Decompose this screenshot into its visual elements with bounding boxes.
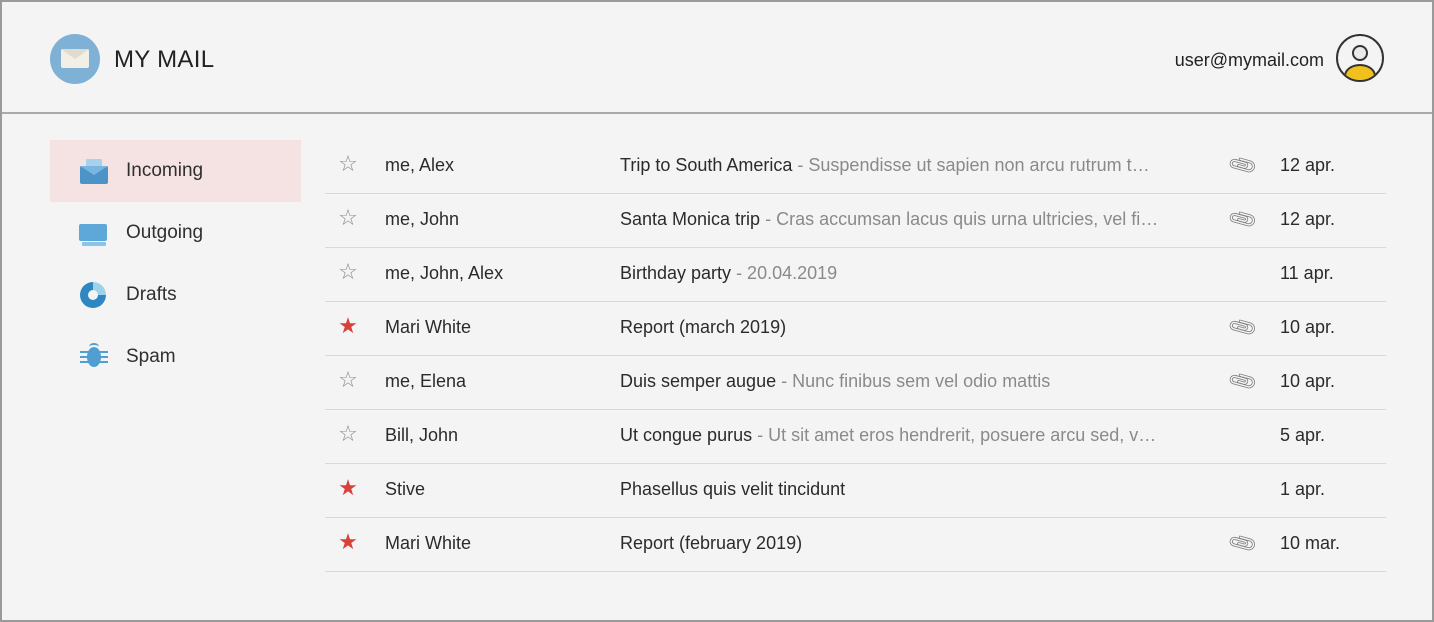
sidebar-item-label: Incoming <box>126 160 204 181</box>
star-outline-icon[interactable]: ☆ <box>337 261 359 283</box>
mail-subject-line: Trip to South America - Suspendisse ut s… <box>620 155 1212 176</box>
user-avatar-icon[interactable] <box>1336 34 1384 82</box>
mail-date: 10 mar. <box>1280 533 1341 553</box>
mail-sender: me, Alex <box>385 155 455 175</box>
mail-subject-line: Santa Monica trip - Cras accumsan lacus … <box>620 209 1212 230</box>
mail-sender: Mari White <box>385 533 472 553</box>
paperclip-icon: 📎︎ <box>1226 312 1260 344</box>
mail-subject: Trip to South America <box>620 155 793 175</box>
mail-subject: Phasellus quis velit tincidunt <box>620 479 846 499</box>
mail-subject-line: Report (february 2019) <box>620 533 1212 554</box>
mail-row[interactable]: ★ Mari White Report (february 2019) 📎︎ 1… <box>325 518 1386 572</box>
mail-sender: me, John, Alex <box>385 263 504 283</box>
mail-sender: Mari White <box>385 317 472 337</box>
mail-sender: me, Elena <box>385 371 467 391</box>
star-outline-icon[interactable]: ☆ <box>337 153 359 175</box>
mail-date: 1 apr. <box>1280 479 1326 499</box>
mail-subject-line: Report (march 2019) <box>620 317 1212 338</box>
spam-bug-icon <box>78 342 110 372</box>
app-header: MY MAIL user@mymail.com <box>0 0 1434 114</box>
star-outline-icon[interactable]: ☆ <box>337 369 359 391</box>
outbox-icon <box>78 218 110 248</box>
paperclip-icon: 📎︎ <box>1226 204 1260 236</box>
envelope-icon <box>50 34 100 84</box>
star-filled-icon[interactable]: ★ <box>337 531 359 553</box>
paperclip-icon: 📎︎ <box>1226 528 1260 560</box>
mail-subject-line: Phasellus quis velit tincidunt <box>620 479 1212 500</box>
star-outline-icon[interactable]: ☆ <box>337 423 359 445</box>
mail-list: ☆ me, Alex Trip to South America - Suspe… <box>325 140 1386 572</box>
mail-subject: Santa Monica trip <box>620 209 761 229</box>
mail-preview: - Cras accumsan lacus quis urna ultricie… <box>760 209 1159 229</box>
paperclip-icon: 📎︎ <box>1226 366 1260 398</box>
mail-sender: me, John <box>385 209 460 229</box>
user-email[interactable]: user@mymail.com <box>1175 50 1324 71</box>
mail-subject-line: Duis semper augue - Nunc finibus sem vel… <box>620 371 1212 392</box>
mail-preview: - Ut sit amet eros hendrerit, posuere ar… <box>752 425 1157 445</box>
mail-subject: Duis semper augue <box>620 371 777 391</box>
star-outline-icon[interactable]: ☆ <box>337 207 359 229</box>
mail-preview: - Suspendisse ut sapien non arcu rutrum … <box>792 155 1150 175</box>
sidebar-item-outgoing[interactable]: Outgoing <box>50 202 301 264</box>
mail-subject-line: Birthday party - 20.04.2019 <box>620 263 1212 284</box>
sidebar-item-label: Spam <box>126 346 176 367</box>
mail-preview: - 20.04.2019 <box>731 263 838 283</box>
mail-row[interactable]: ☆ me, John, Alex Birthday party - 20.04.… <box>325 248 1386 302</box>
inbox-icon <box>78 156 110 186</box>
mail-date: 12 apr. <box>1280 155 1336 175</box>
mail-row[interactable]: ☆ me, John Santa Monica trip - Cras accu… <box>325 194 1386 248</box>
mail-sender: Bill, John <box>385 425 459 445</box>
mail-row[interactable]: ☆ Bill, John Ut congue purus - Ut sit am… <box>325 410 1386 464</box>
mail-subject: Birthday party <box>620 263 732 283</box>
sidebar: Incoming Outgoing Drafts Spam <box>50 140 301 388</box>
mail-row[interactable]: ☆ me, Elena Duis semper augue - Nunc fin… <box>325 356 1386 410</box>
sidebar-item-drafts[interactable]: Drafts <box>50 264 301 326</box>
paperclip-icon: 📎︎ <box>1226 150 1260 182</box>
mail-row[interactable]: ☆ me, Alex Trip to South America - Suspe… <box>325 140 1386 194</box>
mail-subject-line: Ut congue purus - Ut sit amet eros hendr… <box>620 425 1212 446</box>
app-title: MY MAIL <box>114 46 215 73</box>
mail-sender: Stive <box>385 479 426 499</box>
mail-date: 12 apr. <box>1280 209 1336 229</box>
mail-date: 5 apr. <box>1280 425 1326 445</box>
mail-date: 10 apr. <box>1280 371 1336 391</box>
star-filled-icon[interactable]: ★ <box>337 315 359 337</box>
mail-subject: Ut congue purus <box>620 425 753 445</box>
sidebar-item-label: Outgoing <box>126 222 204 243</box>
sidebar-item-label: Drafts <box>126 284 177 305</box>
sidebar-item-spam[interactable]: Spam <box>50 326 301 388</box>
mail-subject: Report (march 2019) <box>620 317 787 337</box>
mail-subject: Report (february 2019) <box>620 533 803 553</box>
mail-preview: - Nunc finibus sem vel odio mattis <box>776 371 1051 391</box>
drafts-icon <box>78 280 110 310</box>
mail-row[interactable]: ★ Stive Phasellus quis velit tincidunt 1… <box>325 464 1386 518</box>
mail-date: 11 apr. <box>1280 263 1334 283</box>
sidebar-item-incoming[interactable]: Incoming <box>50 140 301 202</box>
star-filled-icon[interactable]: ★ <box>337 477 359 499</box>
mail-date: 10 apr. <box>1280 317 1336 337</box>
mail-row[interactable]: ★ Mari White Report (march 2019) 📎︎ 10 a… <box>325 302 1386 356</box>
